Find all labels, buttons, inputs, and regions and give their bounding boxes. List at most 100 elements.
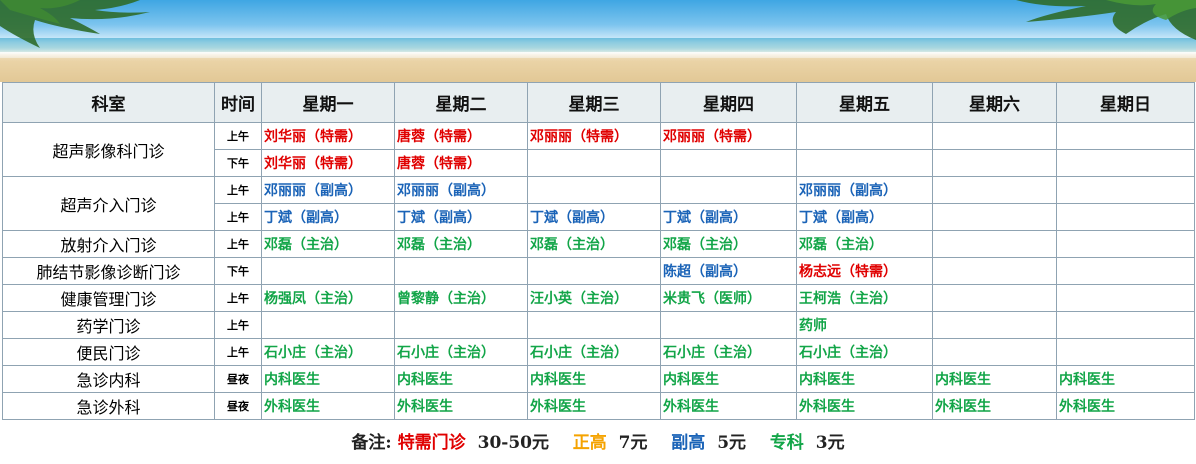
doctor-cell: 邓丽丽（副高）	[261, 176, 395, 204]
palm-leaves-left-icon	[0, 0, 150, 48]
doctor-cell: 外科医生	[1056, 392, 1195, 420]
doctor-cell: 药师	[796, 311, 933, 339]
header-wednesday: 星期三	[527, 82, 661, 123]
header-friday: 星期五	[796, 82, 933, 123]
doctor-cell: 邓丽丽（副高）	[394, 176, 528, 204]
doctor-cell: 丁斌（副高）	[796, 203, 933, 231]
doctor-cell: 丁斌（副高）	[394, 203, 528, 231]
doctor-cell	[932, 257, 1057, 285]
doctor-cell: 内科医生	[394, 365, 528, 393]
time-cell: 上午	[214, 338, 262, 366]
doctor-cell: 外科医生	[261, 392, 395, 420]
note-label: 备注:	[351, 433, 392, 453]
doctor-cell: 邓磊（主治）	[796, 230, 933, 258]
doctor-cell: 刘华丽（特需）	[261, 149, 395, 177]
time-cell: 昼夜	[214, 392, 262, 420]
doctor-cell: 唐蓉（特需）	[394, 122, 528, 150]
doctor-cell: 丁斌（副高）	[261, 203, 395, 231]
dept-cell: 肺结节影像诊断门诊	[2, 257, 215, 285]
time-cell: 上午	[214, 203, 262, 231]
doctor-cell	[261, 257, 395, 285]
doctor-cell: 石小庄（主治）	[660, 338, 797, 366]
time-cell: 上午	[214, 176, 262, 204]
time-cell: 昼夜	[214, 365, 262, 393]
doctor-cell: 邓磊（主治）	[527, 230, 661, 258]
doctor-cell: 唐蓉（特需）	[394, 149, 528, 177]
doctor-cell: 丁斌（副高）	[527, 203, 661, 231]
note-associate-price: 5元	[717, 433, 747, 453]
doctor-cell: 外科医生	[660, 392, 797, 420]
doctor-cell: 王柯浩（主治）	[796, 284, 933, 312]
header-sunday: 星期日	[1056, 82, 1195, 123]
doctor-cell	[1056, 149, 1195, 177]
doctor-cell: 内科医生	[1056, 365, 1195, 393]
schedule-row: 便民门诊 上午 石小庄（主治） 石小庄（主治） 石小庄（主治） 石小庄（主治） 石小庄（主治…	[2, 338, 1195, 366]
schedule-row: 健康管理门诊 上午 杨强凤（主治） 曾黎静（主治） 汪小英（主治） 米贵飞（医师） 王柯浩（…	[2, 284, 1195, 312]
doctor-cell	[932, 149, 1057, 177]
doctor-cell	[932, 176, 1057, 204]
doctor-cell	[261, 311, 395, 339]
doctor-cell	[1056, 311, 1195, 339]
doctor-cell	[932, 284, 1057, 312]
time-cell: 上午	[214, 230, 262, 258]
doctor-cell: 邓磊（主治）	[394, 230, 528, 258]
doctor-cell: 米贵飞（医师）	[660, 284, 797, 312]
doctor-cell: 丁斌（副高）	[660, 203, 797, 231]
header-dept: 科室	[2, 82, 215, 123]
schedule-row: 急诊内科 昼夜 内科医生 内科医生 内科医生 内科医生 内科医生 内科医生 内科医生	[2, 365, 1195, 393]
schedule-row: 肺结节影像诊断门诊 下午 陈超（副高） 杨志远（特需）	[2, 257, 1195, 285]
note-special: 特需门诊	[397, 433, 466, 453]
dept-cell: 健康管理门诊	[2, 284, 215, 312]
doctor-cell: 邓磊（主治）	[261, 230, 395, 258]
beach-banner-image	[0, 0, 1196, 82]
doctor-cell: 陈超（副高）	[660, 257, 797, 285]
header-thursday: 星期四	[660, 82, 797, 123]
doctor-cell	[394, 311, 528, 339]
note-specialist-price: 3元	[815, 433, 845, 453]
doctor-cell: 杨强凤（主治）	[261, 284, 395, 312]
header-tuesday: 星期二	[394, 82, 528, 123]
doctor-cell	[1056, 284, 1195, 312]
header-monday: 星期一	[261, 82, 395, 123]
doctor-cell	[660, 311, 797, 339]
doctor-cell: 邓丽丽（特需）	[660, 122, 797, 150]
schedule-row: 放射介入门诊 上午 邓磊（主治） 邓磊（主治） 邓磊（主治） 邓磊（主治） 邓磊（主治）	[2, 230, 1195, 258]
time-cell: 上午	[214, 122, 262, 150]
dept-cell: 便民门诊	[2, 338, 215, 366]
doctor-cell: 内科医生	[932, 365, 1057, 393]
note-associate: 副高	[671, 433, 706, 453]
doctor-cell	[527, 311, 661, 339]
note-special-price: 30-50元	[477, 433, 549, 453]
doctor-cell	[1056, 257, 1195, 285]
clinic-schedule-table: 科室 时间 星期一 星期二 星期三 星期四 星期五 星期六 星期日 超声影像科门…	[2, 82, 1195, 420]
dept-cell: 药学门诊	[2, 311, 215, 339]
doctor-cell	[527, 149, 661, 177]
doctor-cell	[1056, 176, 1195, 204]
doctor-cell: 邓丽丽（副高）	[796, 176, 933, 204]
doctor-cell: 杨志远（特需）	[796, 257, 933, 285]
fee-note: 备注: 特需门诊 30-50元 正高 7元 副高 5元 专科 3元	[0, 422, 1196, 464]
time-cell: 下午	[214, 257, 262, 285]
doctor-cell: 内科医生	[261, 365, 395, 393]
doctor-cell: 外科医生	[394, 392, 528, 420]
doctor-cell	[932, 203, 1057, 231]
doctor-cell: 石小庄（主治）	[527, 338, 661, 366]
doctor-cell	[394, 257, 528, 285]
doctor-cell	[660, 149, 797, 177]
palm-leaves-right-icon	[1016, 0, 1196, 40]
doctor-cell	[1056, 122, 1195, 150]
dept-cell: 超声介入门诊	[2, 176, 215, 231]
note-senior-price: 7元	[618, 433, 648, 453]
header-saturday: 星期六	[932, 82, 1057, 123]
note-specialist: 专科	[769, 433, 804, 453]
doctor-cell	[1056, 230, 1195, 258]
dept-cell: 超声影像科门诊	[2, 122, 215, 177]
doctor-cell: 石小庄（主治）	[394, 338, 528, 366]
dept-cell: 急诊内科	[2, 365, 215, 393]
doctor-cell	[527, 257, 661, 285]
time-cell: 下午	[214, 149, 262, 177]
doctor-cell	[660, 176, 797, 204]
doctor-cell	[1056, 338, 1195, 366]
doctor-cell	[932, 311, 1057, 339]
doctor-cell	[527, 176, 661, 204]
